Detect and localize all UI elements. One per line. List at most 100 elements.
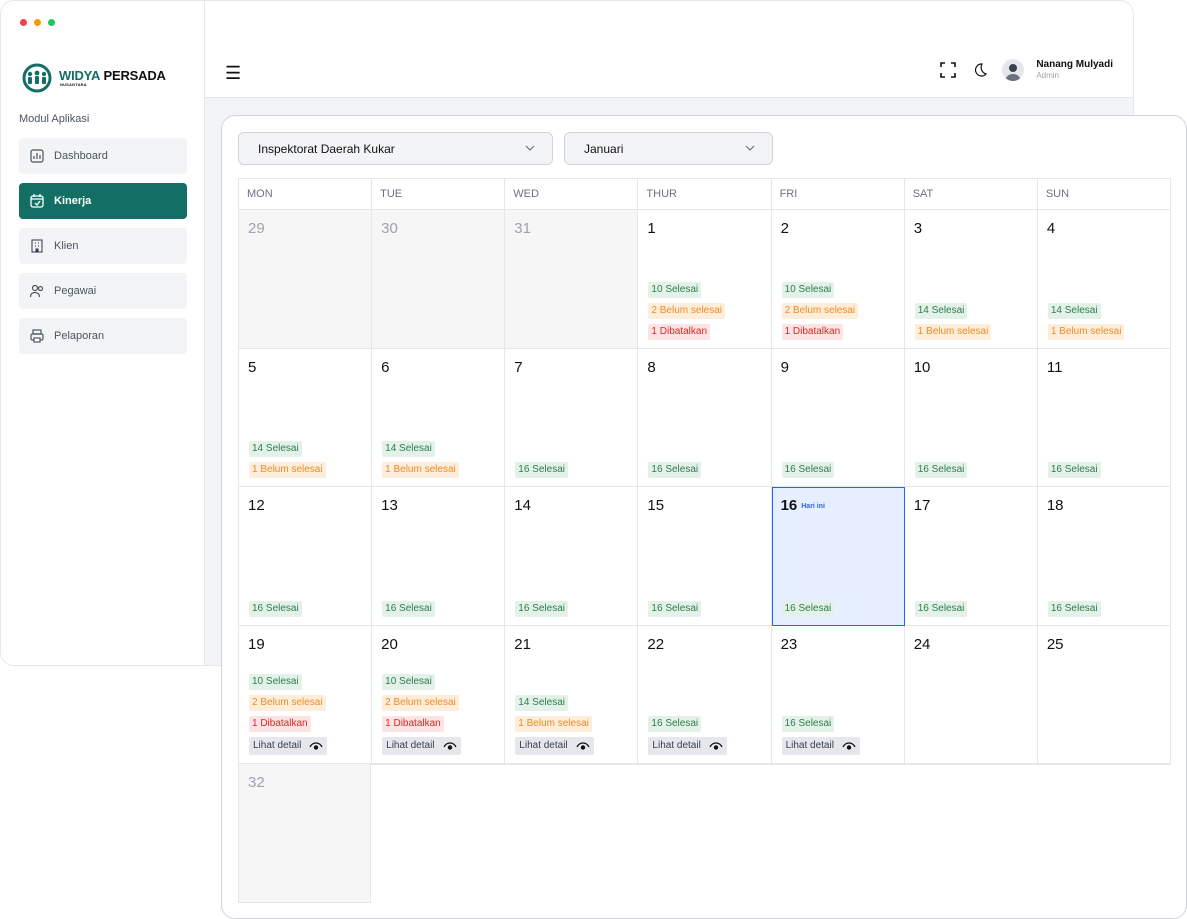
view-detail-button[interactable]: Lihat detail <box>781 737 860 755</box>
calendar-day[interactable]: 8 16 Selesai <box>638 348 772 487</box>
day-number: 20 <box>381 635 398 653</box>
sidebar-item-dashboard[interactable]: Dashboard <box>19 138 187 174</box>
day-number: 3 <box>913 220 923 237</box>
calendar-day[interactable]: 23 16 Selesai Lihat detail <box>771 625 905 764</box>
status-badge-cancel: 1 Dibatalkan <box>249 716 311 732</box>
fullscreen-icon[interactable] <box>938 60 958 80</box>
status-badge-done: 16 Selesai <box>781 462 835 478</box>
calendar-day[interactable]: 14 16 Selesai <box>505 487 639 626</box>
calendar-day[interactable]: 30 <box>372 210 506 349</box>
minimize-dot-icon[interactable] <box>34 19 41 26</box>
sidebar-item-pelaporan[interactable]: Pelaporan <box>19 318 187 354</box>
status-badge-done: 16 Selesai <box>914 462 968 478</box>
view-detail-button[interactable]: Lihat detail <box>648 737 727 755</box>
day-number: 25 <box>1046 635 1064 653</box>
hamburger-menu-icon[interactable]: ☰ <box>225 64 241 82</box>
brand-name: WIDYA PERSADA <box>59 69 166 82</box>
calendar-day[interactable]: 15 16 Selesai <box>638 487 772 626</box>
day-number: 7 <box>514 358 523 376</box>
day-number: 6 <box>381 358 390 376</box>
status-badge-done: 14 Selesai <box>515 695 568 711</box>
calendar-day[interactable]: 32 <box>238 764 372 903</box>
status-badge-pending: 2 Belum selesai <box>382 695 459 711</box>
sidebar-item-klien[interactable]: Klien <box>19 228 187 264</box>
calendar-day[interactable]: 25 <box>1037 625 1171 764</box>
calendar-week-row: 19 10 Selesai 2 Belum selesai 1 Dibatalkan L… <box>238 625 1171 764</box>
calendar-day[interactable]: 9 16 Selesai <box>771 348 905 487</box>
status-badge-done: 14 Selesai <box>1047 302 1101 319</box>
day-number: 24 <box>913 635 931 653</box>
status-badge-done: 10 Selesai <box>781 281 835 298</box>
calendar-day-today[interactable]: 16 Hari ini 16 Selesai <box>771 487 905 626</box>
status-badge-done: 16 Selesai <box>249 600 302 617</box>
calendar-day[interactable]: 21 14 Selesai 1 Belum selesai Lihat detail <box>505 625 639 764</box>
calendar-day[interactable]: 5 14 Selesai 1 Belum selesai <box>239 348 373 487</box>
status-badge-cancel: 1 Dibatalkan <box>648 323 711 340</box>
eye-icon <box>442 742 457 750</box>
dark-mode-icon[interactable] <box>970 60 990 80</box>
calendar-day[interactable]: 1 10 Selesai 2 Belum selesai 1 Dibatalkan <box>638 210 772 349</box>
day-number: 1 <box>647 220 656 237</box>
logo-icon <box>22 63 52 93</box>
user-name: Nanang Mulyadi <box>1036 59 1113 71</box>
calendar-day[interactable]: 12 16 Selesai <box>239 487 373 626</box>
weekday-header-row: MON TUE WED THUR FRI SAT SUN <box>238 178 1171 210</box>
calendar-day[interactable]: 7 16 Selesai <box>505 348 639 487</box>
day-number: 2 <box>780 220 789 237</box>
calendar-card: Inspektorat Daerah Kukar Januari MON TUE W… <box>221 115 1187 919</box>
user-info[interactable]: Nanang Mulyadi Admin <box>1036 59 1113 81</box>
avatar[interactable] <box>1002 59 1025 81</box>
calendar-week-row: 29 30 31 1 10 Selesai 2 Belum selesai 1 Dibata… <box>238 210 1171 349</box>
calendar-day[interactable]: 13 16 Selesai <box>372 487 506 626</box>
calendar-day[interactable]: 3 14 Selesai 1 Belum selesai <box>904 210 1038 349</box>
month-select-value: Januari <box>584 141 624 156</box>
sidebar-item-kinerja[interactable]: Kinerja <box>19 183 187 219</box>
brand-subtitle: NUSANTARA <box>60 82 87 87</box>
view-detail-label: Lihat detail <box>253 740 302 751</box>
day-number: 31 <box>514 220 531 237</box>
calendar-day[interactable]: 4 14 Selesai 1 Belum selesai <box>1037 210 1171 349</box>
calendar-day[interactable]: 10 16 Selesai <box>904 348 1038 487</box>
calendar-day[interactable]: 2 10 Selesai 2 Belum selesai 1 Dibatalkan <box>771 210 905 349</box>
topbar: ☰ Nanang Mulyadi Admin <box>205 47 1133 98</box>
calendar-grid: MON TUE WED THUR FRI SAT SUN 29 30 31 1 10 Selesai 2… <box>238 178 1171 903</box>
view-detail-button[interactable]: Lihat detail <box>249 737 328 755</box>
calendar-day[interactable]: 11 16 Selesai <box>1037 348 1171 487</box>
calendar-day[interactable]: 6 14 Selesai 1 Belum selesai <box>372 348 506 487</box>
day-number: 13 <box>381 497 398 514</box>
calendar-day[interactable]: 22 16 Selesai Lihat detail <box>638 625 772 764</box>
sidebar-item-label: Kinerja <box>54 195 92 207</box>
day-number: 15 <box>647 497 665 514</box>
calendar-day[interactable]: 20 10 Selesai 2 Belum selesai 1 Dibatalkan L… <box>372 625 506 764</box>
calendar-day[interactable]: 24 <box>904 625 1038 764</box>
calendar-day[interactable]: 29 <box>239 210 373 349</box>
eye-icon <box>842 742 856 750</box>
day-number: 32 <box>248 774 265 791</box>
day-number: 30 <box>381 220 398 237</box>
status-badge-done: 16 Selesai <box>914 600 968 617</box>
view-detail-button[interactable]: Lihat detail <box>515 737 594 755</box>
sidebar-item-pegawai[interactable]: Pegawai <box>19 273 187 309</box>
day-number: 9 <box>780 358 789 376</box>
month-select[interactable]: Januari <box>564 132 773 165</box>
brand-logo[interactable]: WIDYA PERSADA NUSANTARA <box>19 63 166 93</box>
calendar-day[interactable]: 19 10 Selesai 2 Belum selesai 1 Dibatalkan L… <box>239 625 373 764</box>
close-dot-icon[interactable] <box>20 19 27 26</box>
status-badge-done: 16 Selesai <box>1047 600 1101 617</box>
maximize-dot-icon[interactable] <box>48 19 55 26</box>
day-number: 17 <box>913 497 931 514</box>
client-select[interactable]: Inspektorat Daerah Kukar <box>238 132 553 165</box>
printer-icon <box>30 329 44 343</box>
view-detail-button[interactable]: Lihat detail <box>382 737 461 755</box>
status-badge-done: 16 Selesai <box>648 600 702 617</box>
sidebar-item-label: Klien <box>54 240 79 252</box>
status-badge-done: 16 Selesai <box>648 716 702 732</box>
calendar-day[interactable]: 31 <box>505 210 639 349</box>
weekday-header: SUN <box>1038 179 1171 209</box>
window-controls <box>20 19 55 26</box>
calendar-day[interactable]: 17 16 Selesai <box>904 487 1038 626</box>
calendar-day[interactable]: 18 16 Selesai <box>1037 487 1171 626</box>
status-badge-pending: 1 Belum selesai <box>1047 323 1125 340</box>
sidebar-item-label: Pelaporan <box>54 330 105 342</box>
calendar-week-row: 5 14 Selesai 1 Belum selesai 6 14 Selesai 1 B… <box>238 348 1171 487</box>
